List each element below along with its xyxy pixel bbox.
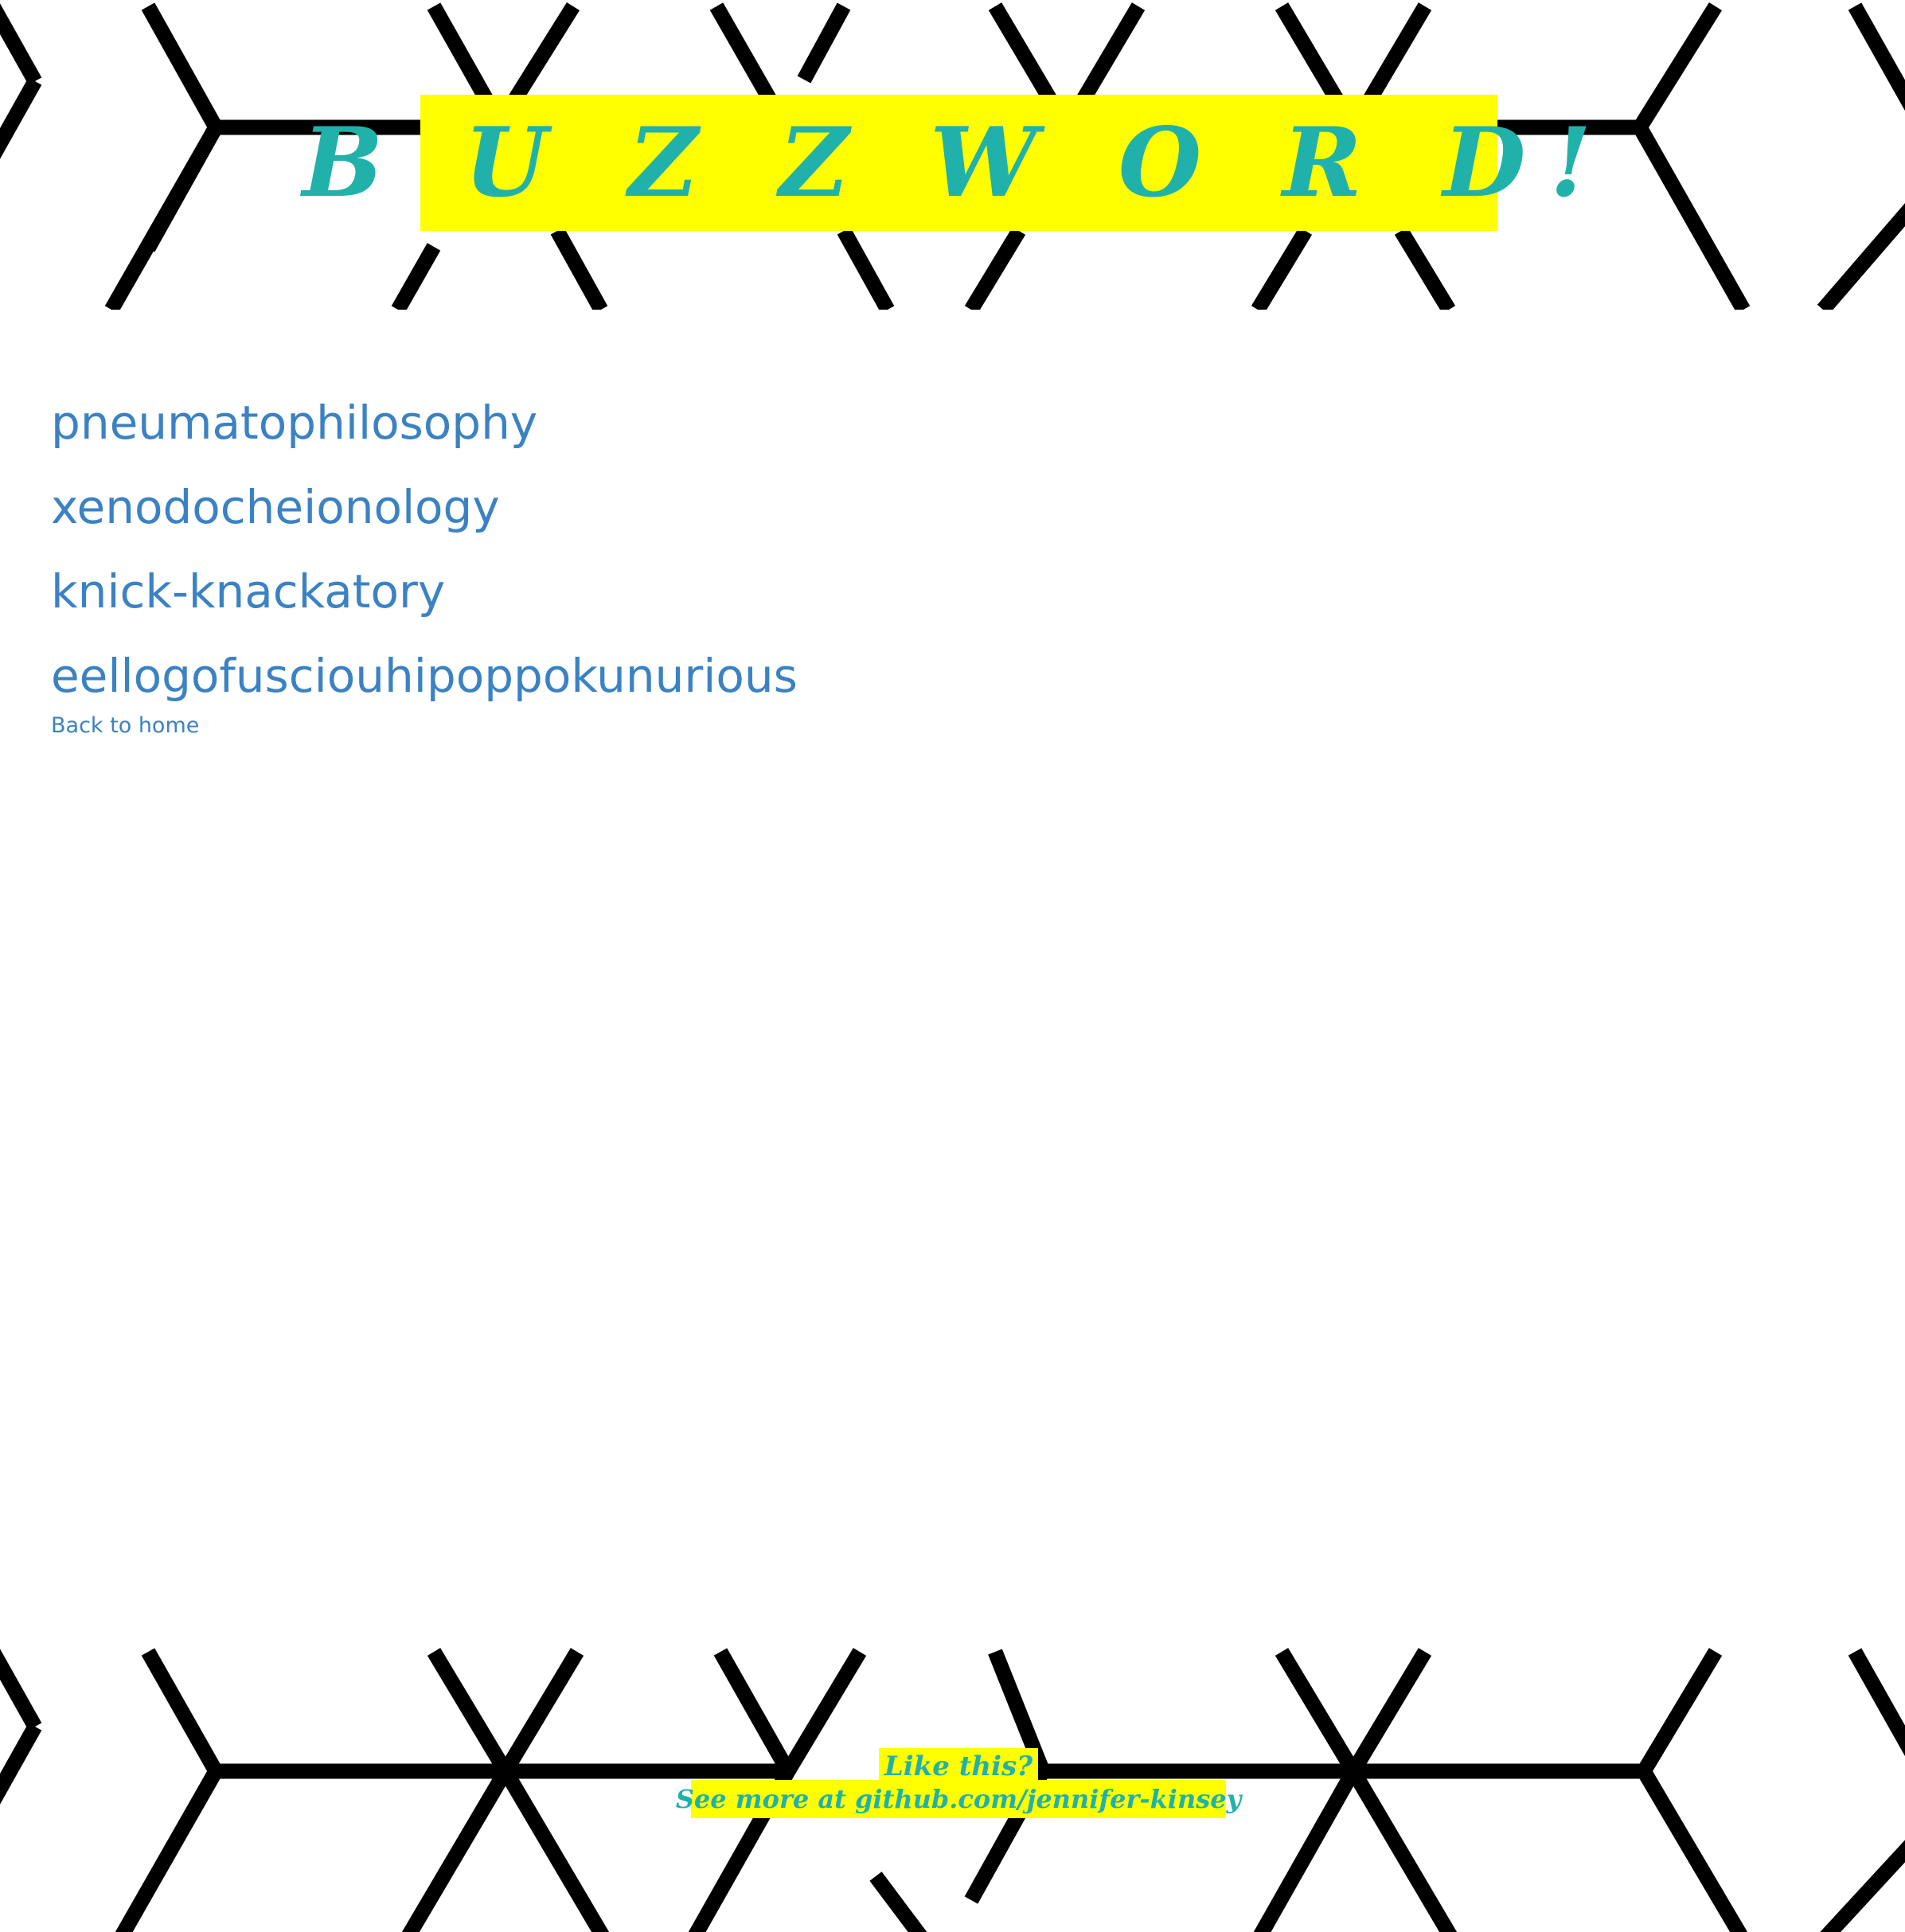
title-banner: B U Z Z W O R D! — [303, 95, 1591, 231]
page-title: B U Z Z W O R D! — [302, 106, 1616, 219]
footer-github-link[interactable]: See more at github.com/jennifer-kinsey — [676, 1780, 1241, 1818]
word-list: pneumatophilosophy xenodocheionology kni… — [51, 381, 798, 718]
header-pattern-band: B U Z Z W O R D! — [0, 0, 1905, 310]
footer-like-this-text: Like this? — [884, 1751, 1033, 1782]
word-link-1[interactable]: pneumatophilosophy — [51, 381, 798, 465]
back-to-home-link[interactable]: Back to home — [51, 713, 199, 738]
word-link-3[interactable]: knick-knackatory — [51, 549, 798, 634]
footer-github-text: See more at github.com/jennifer-kinsey — [675, 1784, 1242, 1814]
word-link-2[interactable]: xenodocheionology — [51, 465, 798, 549]
word-link-4[interactable]: eellogofusciouhipoppokunurious — [51, 634, 798, 718]
